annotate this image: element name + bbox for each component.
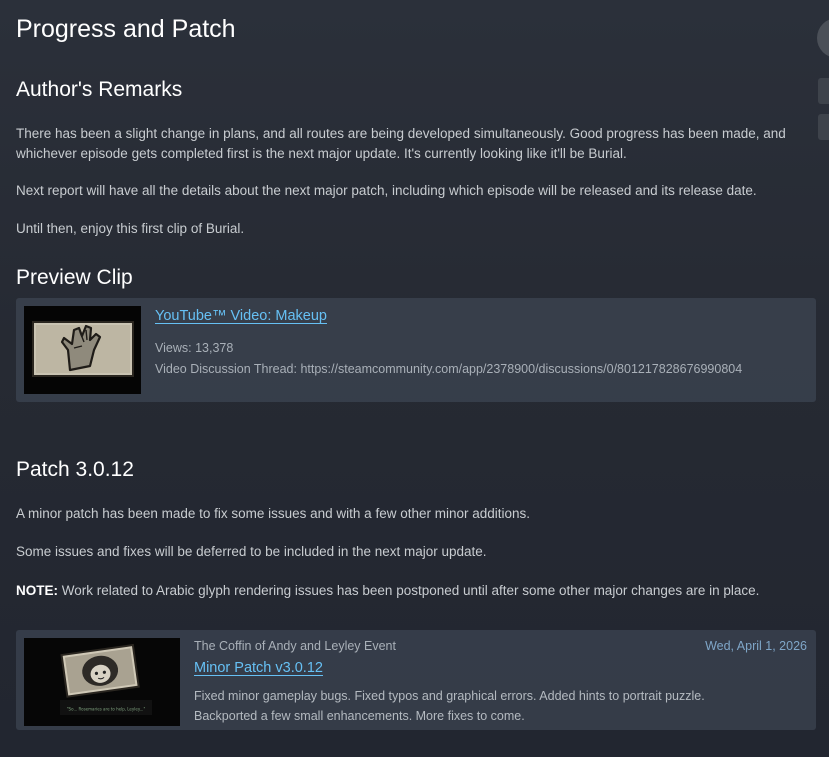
event-description-line-2: Backported a few small enhancements. Mor… — [194, 709, 525, 723]
preview-heading: Preview Clip — [16, 266, 133, 289]
remarks-paragraph-1: There has been a slight change in plans,… — [16, 124, 816, 164]
event-description-line-1: Fixed minor gameplay bugs. Fixed typos a… — [194, 689, 705, 703]
patch-paragraph-1: A minor patch has been made to fix some … — [16, 506, 531, 521]
note-label: NOTE: — [16, 583, 58, 598]
edge-side-button[interactable] — [818, 78, 829, 104]
page-title: Progress and Patch — [16, 15, 236, 43]
youtube-video-card[interactable]: YouTube™ Video: Makeup Views: 13,378 Vid… — [16, 298, 816, 402]
note-text: Work related to Arabic glyph rendering i… — [58, 583, 760, 598]
event-title-link[interactable]: Minor Patch v3.0.12 — [194, 660, 323, 676]
remarks-paragraph-2: Next report will have all the details ab… — [16, 183, 757, 198]
event-thumbnail[interactable]: "So... Rosemaries are to help, Leyley...… — [24, 638, 180, 726]
patch-heading: Patch 3.0.12 — [16, 458, 134, 481]
remarks-paragraph-1-line-1: There has been a slight change in plans,… — [16, 126, 786, 141]
video-thumbnail[interactable] — [24, 306, 141, 394]
edge-avatar-circle[interactable] — [817, 18, 829, 58]
remarks-paragraph-3: Until then, enjoy this first clip of Bur… — [16, 221, 245, 236]
edge-side-button[interactable] — [818, 114, 829, 140]
event-source: The Coffin of Andy and Leyley Event — [194, 639, 396, 653]
remarks-heading: Author's Remarks — [16, 78, 183, 101]
patch-note: NOTE: Work related to Arabic glyph rende… — [16, 581, 816, 601]
character-portrait-image: "So... Rosemaries are to help, Leyley...… — [24, 638, 180, 726]
video-discussion-thread[interactable]: Video Discussion Thread: https://steamco… — [155, 362, 742, 376]
event-card[interactable]: "So... Rosemaries are to help, Leyley...… — [16, 630, 816, 730]
video-title-link[interactable]: YouTube™ Video: Makeup — [155, 308, 327, 324]
thumbnail-caption: "So... Rosemaries are to help, Leyley...… — [67, 707, 146, 712]
video-views: Views: 13,378 — [155, 341, 234, 355]
remarks-paragraph-1-line-2: whichever episode gets completed first i… — [16, 146, 627, 161]
event-date: Wed, April 1, 2026 — [705, 639, 807, 653]
patch-paragraph-2: Some issues and fixes will be deferred t… — [16, 544, 487, 559]
hand-portrait-image — [24, 306, 141, 394]
event-description: Fixed minor gameplay bugs. Fixed typos a… — [194, 686, 794, 726]
